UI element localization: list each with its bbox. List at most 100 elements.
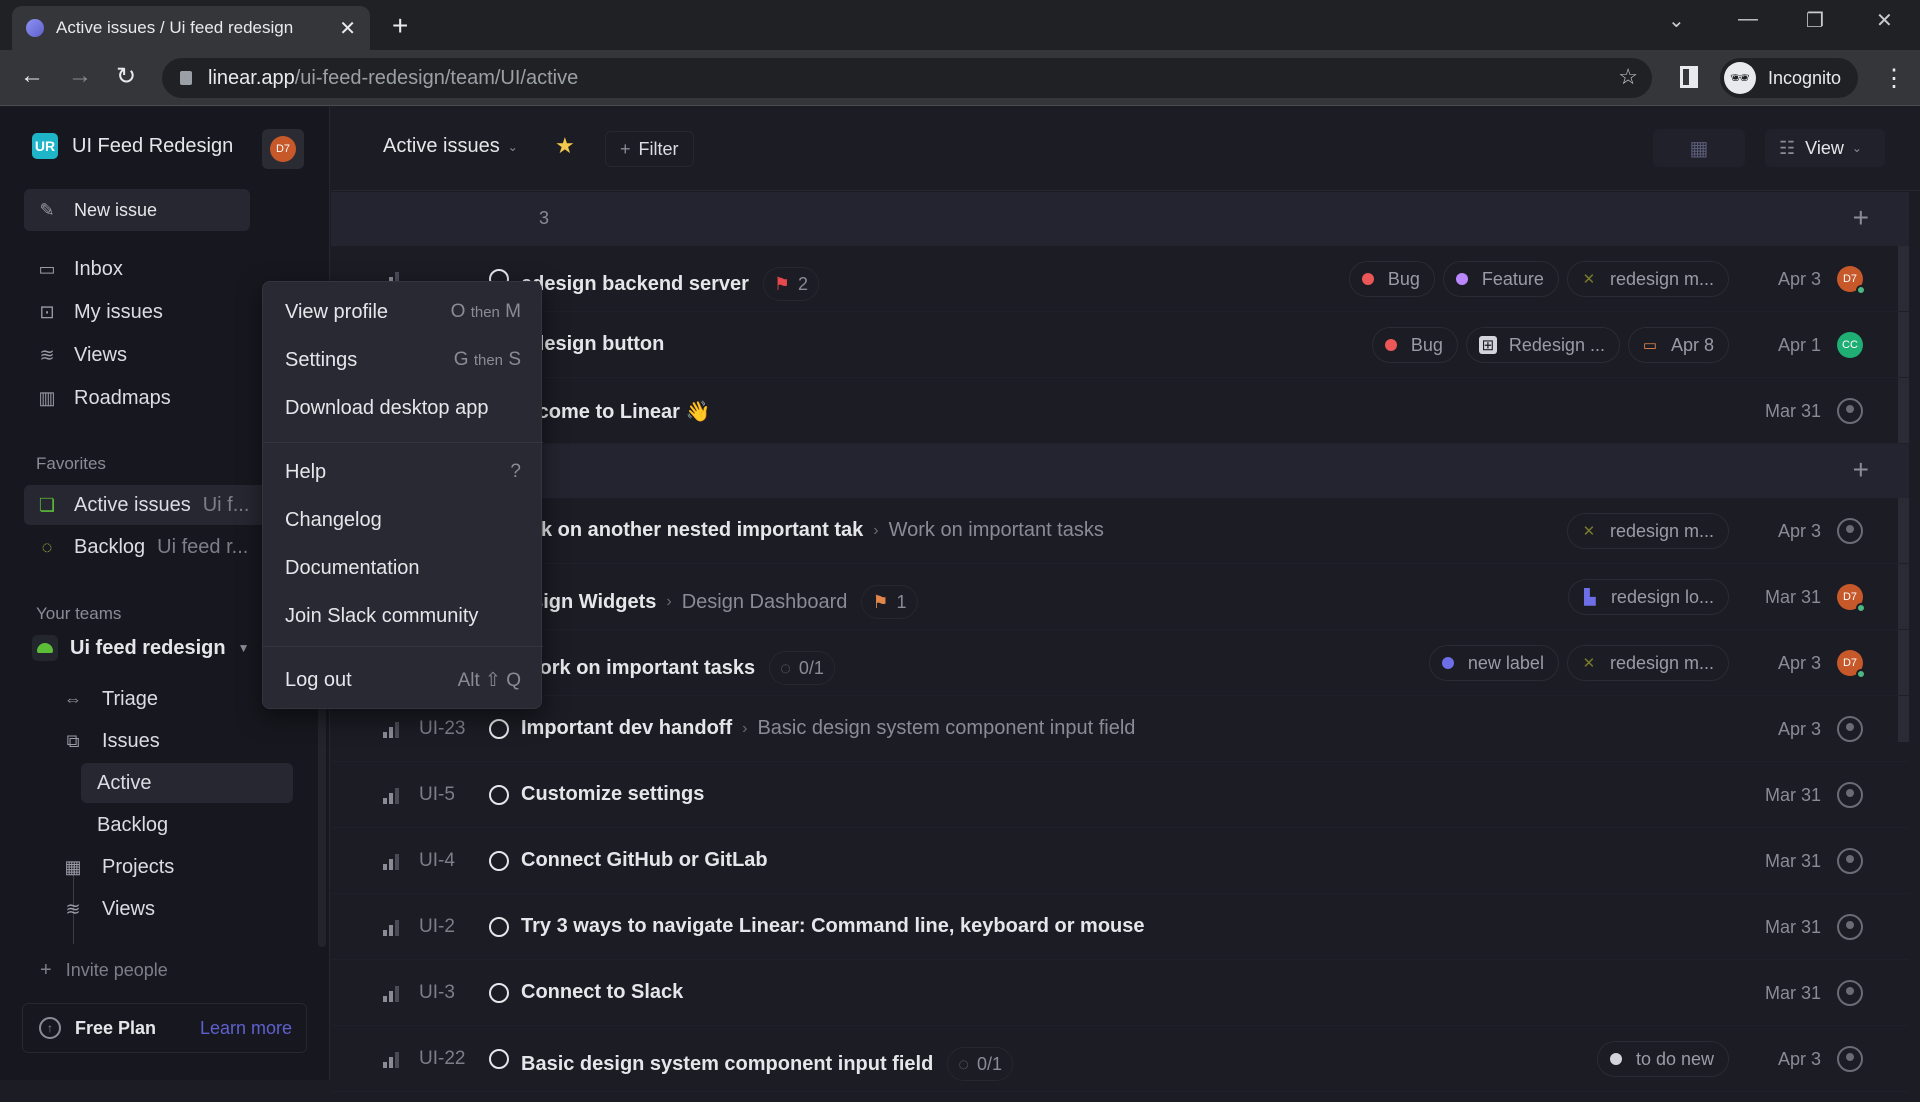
sidebar-item-roadmaps[interactable]: ▥ Roadmaps (24, 378, 250, 418)
back-icon[interactable]: ← (20, 62, 44, 90)
priority-icon[interactable] (383, 720, 403, 738)
add-issue-icon[interactable]: + (1853, 454, 1869, 486)
invite-people-button[interactable]: + Invite people (40, 959, 168, 982)
issue-row[interactable]: edesign button Bug ⊞ Redesign ... ▭ Apr 8 Apr … (331, 312, 1909, 378)
menu-item-changelog[interactable]: Changelog (263, 500, 543, 540)
favorite-backlog[interactable]: ◌ Backlog Ui feed r... (24, 527, 274, 567)
restore-icon[interactable]: ❐ (1806, 8, 1824, 33)
assignee-avatar[interactable]: D7 (1837, 266, 1866, 295)
unassigned-icon[interactable] (1837, 398, 1863, 424)
board-layout-icon[interactable]: ▦ (1653, 129, 1745, 167)
parent-issue[interactable]: Work on important tasks (889, 519, 1104, 542)
issue-row[interactable]: UI-5 Customize settings Mar 31 (331, 762, 1909, 828)
priority-icon[interactable] (383, 984, 403, 1002)
project-chip[interactable]: ▙ redesign lo... (1567, 579, 1729, 615)
parent-issue[interactable]: Basic design system component input fiel… (757, 717, 1135, 740)
due-date-chip[interactable]: ▭ Apr 8 (1627, 327, 1729, 363)
reload-icon[interactable]: ↻ (116, 62, 136, 91)
close-tab-icon[interactable]: ✕ (339, 16, 356, 41)
assignee-avatar[interactable]: D7 (1837, 650, 1866, 679)
new-tab-icon[interactable]: + (392, 10, 408, 42)
tab-search-chevron-icon[interactable]: ⌄ (1668, 8, 1685, 33)
user-avatar-button[interactable]: D7 (262, 129, 304, 169)
assignee-avatar[interactable]: CC (1837, 332, 1863, 358)
issues-sub-active[interactable]: Active (81, 763, 293, 803)
menu-item-join-slack[interactable]: Join Slack community (263, 596, 543, 636)
issues-sub-backlog[interactable]: Backlog (81, 805, 293, 845)
assignee-avatar[interactable]: D7 (1837, 584, 1866, 613)
unassigned-icon[interactable] (1837, 518, 1863, 544)
label-chip[interactable]: Feature (1442, 261, 1559, 297)
parent-issue[interactable]: Design Dashboard (682, 591, 848, 614)
todo-status-icon[interactable] (489, 785, 509, 805)
todo-status-icon[interactable] (489, 983, 509, 1003)
issue-row[interactable]: edesign backend server ⚑ 2 Bug Feature ✕ redes… (331, 246, 1909, 312)
todo-status-icon[interactable] (489, 917, 509, 937)
minimize-icon[interactable]: — (1738, 8, 1758, 31)
issue-row[interactable]: UI-22 Basic design system component input… (331, 1026, 1909, 1092)
unassigned-icon[interactable] (1837, 782, 1863, 808)
label-chip[interactable]: Bug (1348, 261, 1435, 297)
issue-row[interactable]: UI-4 Connect GitHub or GitLab Mar 31 (331, 828, 1909, 894)
browser-menu-icon[interactable]: ⋮ (1882, 64, 1906, 93)
label-chip[interactable]: Bug (1371, 327, 1458, 363)
sub-issue-progress[interactable]: ◌ 0/1 (769, 651, 835, 685)
unassigned-icon[interactable] (1837, 1046, 1863, 1072)
add-issue-icon[interactable]: + (1853, 202, 1869, 234)
issue-row[interactable]: elcome to Linear 👋 Mar 31 (331, 378, 1909, 444)
todo-status-icon[interactable] (489, 719, 509, 739)
sidebar-item-my-issues[interactable]: ⊡ My issues (24, 292, 250, 332)
project-chip[interactable]: ✕ redesign m... (1566, 513, 1729, 549)
unassigned-icon[interactable] (1837, 980, 1863, 1006)
sub-issue-progress[interactable]: ◌ 0/1 (947, 1047, 1014, 1081)
bookmark-star-icon[interactable]: ☆ (1618, 64, 1638, 90)
team-ui-feed-redesign[interactable]: Ui feed redesign ▼ (32, 635, 250, 661)
label-chip[interactable]: new label (1428, 645, 1559, 681)
menu-item-documentation[interactable]: Documentation (263, 548, 543, 588)
sub-issue-badge[interactable]: ⚑ 1 (861, 585, 918, 619)
favorite-star-icon[interactable]: ★ (555, 133, 575, 159)
favorite-active-issues[interactable]: ❏ Active issues Ui f... (24, 485, 274, 525)
priority-icon[interactable] (383, 918, 403, 936)
team-nav-triage[interactable]: ⇔ Triage (56, 679, 158, 719)
sidebar-item-views[interactable]: ≋ Views (24, 335, 250, 375)
menu-item-settings[interactable]: Settings G then S (263, 340, 543, 380)
menu-item-help[interactable]: Help ? (263, 452, 543, 492)
team-nav-issues[interactable]: ⧉ Issues (56, 721, 160, 761)
new-issue-button[interactable]: ✎ New issue (24, 189, 250, 231)
unassigned-icon[interactable] (1837, 848, 1863, 874)
filter-button[interactable]: + Filter (605, 131, 694, 167)
issue-row[interactable]: UI-24Work on important tasks◌0/1new labe… (331, 630, 1909, 696)
close-window-icon[interactable]: ✕ (1876, 8, 1893, 33)
todo-status-icon[interactable] (489, 851, 509, 871)
unassigned-icon[interactable] (1837, 716, 1863, 742)
view-options-button[interactable]: ☷ View ⌄ (1765, 129, 1885, 167)
forward-icon[interactable]: → (68, 62, 92, 90)
workspace-switcher[interactable]: UR UI Feed Redesign (32, 133, 233, 159)
issue-row[interactable]: UI-3 Connect to Slack Mar 31 (331, 960, 1909, 1026)
team-nav-views[interactable]: ≋ Views (56, 889, 155, 929)
issue-row[interactable]: esign Widgets › Design Dashboard ⚑ 1 ▙ redesig… (331, 564, 1909, 630)
project-chip[interactable]: ⊞ Redesign ... (1465, 327, 1620, 363)
learn-more-link[interactable]: Learn more (200, 1018, 292, 1039)
issue-row[interactable]: UI-2 Try 3 ways to navigate Linear: Comma… (331, 894, 1909, 960)
priority-icon[interactable] (383, 786, 403, 804)
team-nav-projects[interactable]: ▦ Projects (56, 847, 174, 887)
side-panel-icon[interactable] (1680, 66, 1698, 88)
todo-status-icon[interactable] (489, 1049, 509, 1069)
project-chip[interactable]: ✕ redesign m... (1566, 261, 1729, 297)
menu-item-download-desktop-app[interactable]: Download desktop app (263, 388, 543, 428)
incognito-profile-button[interactable]: 🕶 Incognito (1720, 58, 1858, 98)
menu-item-view-profile[interactable]: View profile O then M (263, 292, 543, 332)
label-chip[interactable]: to do new (1596, 1041, 1729, 1077)
priority-icon[interactable] (383, 1050, 403, 1068)
sub-issue-badge[interactable]: ⚑ 2 (762, 267, 820, 301)
browser-tab[interactable]: Active issues / Ui feed redesign ✕ (12, 6, 370, 50)
priority-icon[interactable] (383, 852, 403, 870)
issue-row[interactable]: UI-23 Important dev handoff › Basic design … (331, 696, 1909, 762)
view-title-dropdown[interactable]: Active issues ⌄ (383, 135, 518, 158)
menu-item-log-out[interactable]: Log out Alt ⇧ Q (263, 660, 543, 700)
unassigned-icon[interactable] (1837, 914, 1863, 940)
issue-row[interactable]: ork on another nested important tak › Work… (331, 498, 1909, 564)
sidebar-item-inbox[interactable]: ▭ Inbox (24, 249, 250, 289)
